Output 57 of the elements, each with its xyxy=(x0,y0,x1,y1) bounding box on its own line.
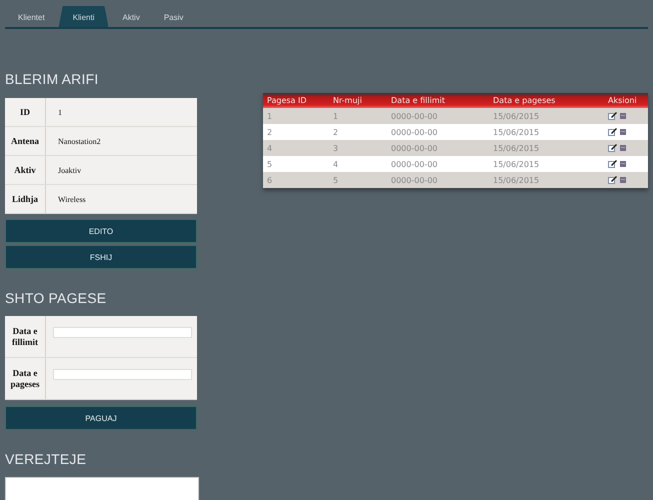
table-cell: 0000-00-00 xyxy=(387,156,489,172)
field-label: Aktiv xyxy=(5,156,46,184)
section-title: VEREJTEJE xyxy=(5,451,88,467)
tab[interactable]: Aktiv xyxy=(112,6,150,27)
edit-icon[interactable] xyxy=(608,144,617,152)
delete-icon[interactable] xyxy=(620,113,626,119)
edit-icon[interactable] xyxy=(608,112,617,120)
delete-icon[interactable] xyxy=(620,145,626,151)
table-cell: 4 xyxy=(329,156,387,172)
field-value: Wireless xyxy=(46,184,197,214)
input-field[interactable] xyxy=(53,369,192,380)
tab[interactable]: Klientet xyxy=(8,6,55,27)
field-label: ID xyxy=(5,98,46,126)
table-cell: 5 xyxy=(329,172,387,188)
input-field[interactable] xyxy=(53,327,192,338)
column-header: Nr-muji xyxy=(329,93,387,108)
action-button[interactable]: FSHIJ xyxy=(5,245,197,269)
column-header: Aksioni xyxy=(604,93,648,108)
tab[interactable]: Klienti xyxy=(58,6,108,27)
action-button[interactable]: EDITO xyxy=(5,219,197,243)
table-cell: 15/06/2015 xyxy=(489,172,604,188)
table-cell: 0000-00-00 xyxy=(387,140,489,156)
field-label: Lidhja xyxy=(5,184,46,214)
table-cell: 4 xyxy=(263,140,329,156)
edit-icon[interactable] xyxy=(608,176,617,184)
table-cell: 0000-00-00 xyxy=(387,172,489,188)
delete-icon[interactable] xyxy=(620,129,626,135)
table-cell: 6 xyxy=(263,172,329,188)
table-cell: 15/06/2015 xyxy=(489,156,604,172)
tab[interactable]: Pasiv xyxy=(154,6,194,27)
field-value: Nanostation2 xyxy=(46,126,197,156)
table-cell: 15/06/2015 xyxy=(489,108,604,124)
table-cell: 5 xyxy=(263,156,329,172)
table-cell: 1 xyxy=(329,108,387,124)
delete-icon[interactable] xyxy=(620,161,626,167)
table-cell: 15/06/2015 xyxy=(489,124,604,140)
table-cell: 2 xyxy=(263,124,329,140)
client-name: BLERIM ARIFI xyxy=(5,71,100,87)
table-cell: 3 xyxy=(329,140,387,156)
field-value: 1 xyxy=(46,98,197,126)
column-header: Data e fillimit xyxy=(387,93,489,108)
table-cell: 1 xyxy=(263,108,329,124)
column-header: Data e pageses xyxy=(489,93,604,108)
pay-button[interactable]: PAGUAJ xyxy=(5,406,197,430)
section-title: SHTO PAGESE xyxy=(5,290,108,306)
field-label: Data e pageses xyxy=(5,358,46,400)
edit-icon[interactable] xyxy=(608,160,617,168)
table-cell: 15/06/2015 xyxy=(489,140,604,156)
field-value: Joaktiv xyxy=(46,156,197,184)
table-cell: 2 xyxy=(329,124,387,140)
edit-icon[interactable] xyxy=(608,128,617,136)
table-cell: 0000-00-00 xyxy=(387,124,489,140)
field-label: Antena xyxy=(5,126,46,156)
delete-icon[interactable] xyxy=(620,177,626,183)
column-header: Pagesa ID xyxy=(263,93,329,108)
field-label: Data e fillimit xyxy=(5,316,46,358)
table-cell: 0000-00-00 xyxy=(387,108,489,124)
